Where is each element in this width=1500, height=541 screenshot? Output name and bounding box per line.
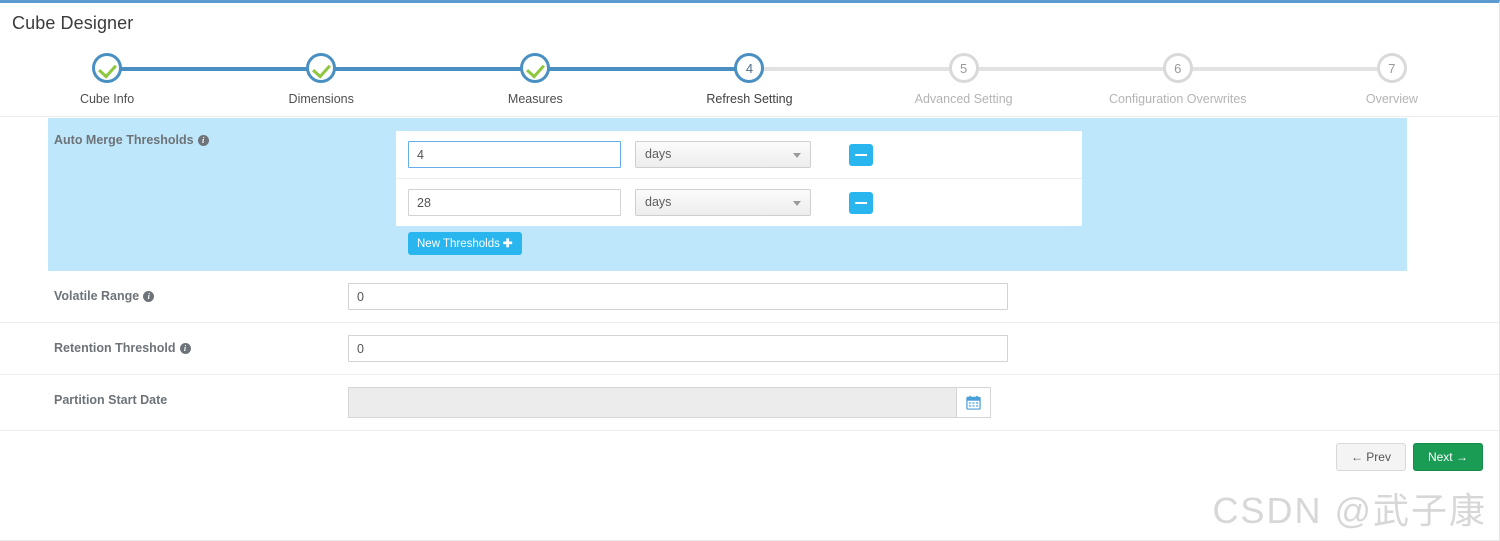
plus-icon: ✚: [503, 238, 513, 250]
stepper-step-measures[interactable]: 3 Measures: [428, 46, 642, 106]
stepper-step-cube-info[interactable]: 1 Cube Info: [0, 46, 214, 106]
new-thresholds-button[interactable]: New Thresholds✚: [408, 232, 522, 255]
auto-merge-threshold-list: days days: [396, 131, 1082, 226]
new-thresholds-label: New Thresholds: [417, 238, 500, 250]
stepper-label-configuration-overwrites: Configuration Overwrites: [1071, 92, 1285, 106]
stepper-step-overview[interactable]: 7 Overview: [1285, 46, 1499, 106]
stepper-label-advanced-setting: Advanced Setting: [857, 92, 1071, 106]
arrow-left-icon: ←: [1351, 450, 1363, 464]
retention-threshold-input[interactable]: [348, 335, 1008, 362]
label-volatile-range: Volatile Range i: [0, 271, 348, 303]
remove-threshold-button-1[interactable]: [849, 144, 873, 166]
volatile-range-input[interactable]: [348, 283, 1008, 310]
stepper-connector: [535, 67, 749, 71]
watermark: CSDN @武子康: [1212, 482, 1487, 534]
stepper-circle-7: 7: [1377, 53, 1407, 83]
threshold-unit-select-1[interactable]: days: [635, 141, 811, 168]
label-retention-threshold: Retention Threshold i: [0, 323, 348, 355]
stepper-label-measures: Measures: [428, 92, 642, 106]
threshold-row: days: [396, 178, 1082, 226]
form-row-partition-start-date: Partition Start Date: [0, 375, 1499, 430]
page-title: Cube Designer: [0, 3, 1499, 34]
stepper-step-configuration-overwrites[interactable]: 6 Configuration Overwrites: [1071, 46, 1285, 106]
next-label: Next: [1428, 450, 1453, 464]
stepper-step-dimensions[interactable]: 2 Dimensions: [214, 46, 428, 106]
label-text: Auto Merge Thresholds: [54, 133, 194, 147]
field-auto-merge-thresholds: days days New Thresholds✚: [396, 131, 1407, 255]
label-text: Retention Threshold: [54, 341, 176, 355]
threshold-unit-value-1: days: [645, 147, 671, 161]
calendar-icon: [966, 395, 981, 410]
partition-start-date-input[interactable]: [348, 387, 957, 418]
refresh-setting-form: Auto Merge Thresholds i days: [0, 118, 1499, 430]
threshold-unit-select-2[interactable]: days: [635, 189, 811, 216]
wizard-stepper: 1 Cube Info 2 Dimensions 3 Measures 4 Re…: [0, 46, 1499, 118]
form-row-volatile-range: Volatile Range i: [0, 271, 1499, 323]
calendar-button[interactable]: [957, 387, 991, 418]
field-volatile-range: [348, 271, 1499, 322]
stepper-circle-5: 5: [949, 53, 979, 83]
threshold-value-input-2[interactable]: [408, 189, 621, 216]
cube-designer-window: Cube Designer 1 Cube Info 2 Dimensions 3…: [0, 0, 1500, 541]
stepper-connector: [321, 67, 535, 71]
info-icon[interactable]: i: [198, 135, 209, 146]
prev-label: Prev: [1366, 450, 1391, 464]
stepper-connector: [964, 67, 1178, 71]
arrow-right-icon: →: [1456, 450, 1468, 464]
stepper-label-refresh-setting: Refresh Setting: [642, 92, 856, 106]
stepper-connector: [750, 67, 964, 71]
field-partition-start-date: [348, 375, 1499, 430]
chevron-down-icon: [793, 201, 801, 206]
field-retention-threshold: [348, 323, 1499, 374]
wizard-footer: ← Prev Next →: [0, 430, 1499, 488]
stepper-label-dimensions: Dimensions: [214, 92, 428, 106]
form-row-retention-threshold: Retention Threshold i: [0, 323, 1499, 375]
label-text: Volatile Range: [54, 289, 139, 303]
threshold-row: days: [396, 131, 1082, 178]
info-icon[interactable]: i: [180, 343, 191, 354]
label-text: Partition Start Date: [54, 393, 167, 407]
stepper-divider: [0, 116, 1499, 117]
wizard-nav-buttons: ← Prev Next →: [1336, 443, 1483, 471]
form-row-auto-merge-thresholds: Auto Merge Thresholds i days: [48, 118, 1407, 271]
stepper-circle-6: 6: [1163, 53, 1193, 83]
stepper-circle-3: 3: [520, 53, 550, 83]
stepper-circle-4: 4: [734, 53, 764, 83]
threshold-value-input-1[interactable]: [408, 141, 621, 168]
stepper-steps: 1 Cube Info 2 Dimensions 3 Measures 4 Re…: [0, 46, 1499, 106]
stepper-label-overview: Overview: [1285, 92, 1499, 106]
partition-start-date-group: [348, 387, 991, 418]
label-partition-start-date: Partition Start Date: [0, 375, 348, 407]
stepper-step-advanced-setting[interactable]: 5 Advanced Setting: [857, 46, 1071, 106]
chevron-down-icon: [793, 153, 801, 158]
stepper-connector: [1178, 67, 1392, 71]
stepper-circle-2: 2: [306, 53, 336, 83]
label-auto-merge-thresholds: Auto Merge Thresholds i: [48, 131, 396, 147]
stepper-connector: [107, 67, 321, 71]
remove-threshold-button-2[interactable]: [849, 192, 873, 214]
stepper-circle-1: 1: [92, 53, 122, 83]
next-button[interactable]: Next →: [1413, 443, 1483, 471]
threshold-unit-value-2: days: [645, 195, 671, 209]
prev-button[interactable]: ← Prev: [1336, 443, 1406, 471]
stepper-step-refresh-setting[interactable]: 4 Refresh Setting: [642, 46, 856, 106]
info-icon[interactable]: i: [143, 291, 154, 302]
stepper-label-cube-info: Cube Info: [0, 92, 214, 106]
